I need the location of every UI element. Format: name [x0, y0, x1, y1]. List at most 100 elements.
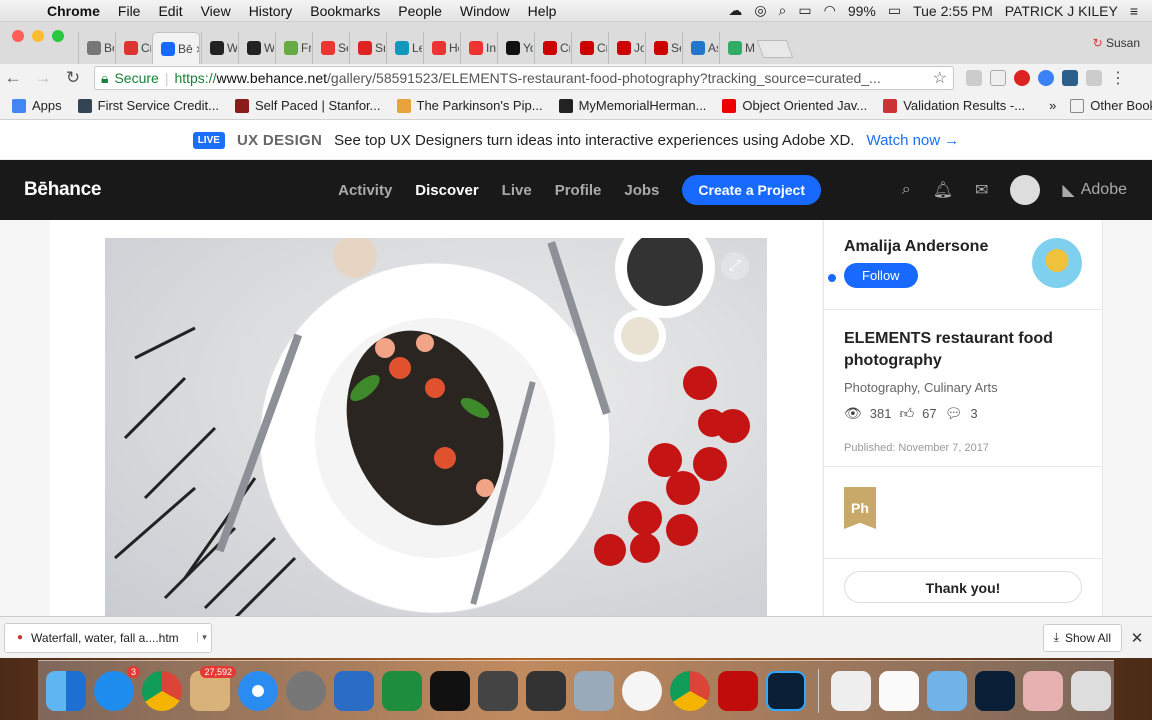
minimize-window-button[interactable] — [32, 30, 44, 42]
folder-dock-icon[interactable] — [927, 670, 967, 711]
check-extension-icon[interactable] — [1062, 70, 1078, 86]
owner-avatar[interactable] — [1032, 238, 1082, 288]
close-window-button[interactable] — [12, 30, 24, 42]
close-downloads-icon[interactable]: ✕ — [1122, 629, 1152, 647]
browser-tab[interactable]: Bo — [78, 32, 114, 64]
chrome-canary-icon[interactable] — [670, 670, 710, 711]
bookmark-item[interactable]: The Parkinson's Pip... — [396, 98, 543, 113]
chrome-menu-icon[interactable]: ⋮ — [1110, 68, 1126, 88]
menu-app-name[interactable]: Chrome — [38, 3, 109, 19]
new-tab-button[interactable] — [756, 40, 794, 58]
circle-extension-icon[interactable] — [990, 70, 1006, 86]
browser-tab[interactable]: Jol — [608, 32, 644, 64]
finder-icon[interactable] — [46, 670, 86, 711]
battery-icon[interactable]: ▭ — [888, 2, 901, 19]
bookmark-item[interactable]: First Service Credit... — [77, 98, 219, 113]
menu-view[interactable]: View — [192, 3, 240, 19]
project-fields[interactable]: Photography, Culinary Arts — [844, 380, 1082, 395]
watch-now-link[interactable]: Watch now → — [866, 132, 959, 149]
thank-you-button[interactable]: Thank you! — [844, 571, 1082, 603]
back-arrow-icon[interactable]: ← — [0, 68, 26, 88]
nav-profile[interactable]: Profile — [555, 182, 602, 199]
behance-logo[interactable]: Bēhance — [24, 179, 101, 201]
search-extension-icon[interactable] — [1038, 70, 1054, 86]
xml-file-icon[interactable] — [831, 670, 871, 711]
photoshop-icon[interactable] — [766, 670, 806, 711]
menu-edit[interactable]: Edit — [149, 3, 191, 19]
nav-live[interactable]: Live — [502, 182, 532, 199]
trash-icon[interactable] — [1071, 670, 1111, 711]
system-preferences-icon[interactable] — [286, 670, 326, 711]
download-item[interactable]: ● Waterfall, water, fall a....htm ▾ — [4, 622, 212, 653]
url-text[interactable]: https://www.behance.net/gallery/58591523… — [174, 70, 932, 86]
adobe-link[interactable]: ◣ Adobe — [1062, 180, 1127, 200]
bookmark-item[interactable]: MyMemorialHerman... — [558, 98, 706, 113]
user-name[interactable]: PATRICK J KILEY — [1005, 3, 1118, 19]
bookmark-item[interactable]: Self Paced | Stanfor... — [235, 98, 381, 113]
search-icon[interactable]: ⌕ — [902, 181, 911, 199]
block-extension-icon[interactable] — [1014, 70, 1030, 86]
safari-icon[interactable] — [238, 670, 278, 711]
bookmark-item[interactable]: Object Oriented Jav... — [722, 98, 867, 113]
close-tab-icon[interactable]: × — [196, 41, 199, 57]
browser-tab[interactable]: Cr — [115, 32, 151, 64]
mail-app-icon[interactable]: 27,592 — [190, 665, 236, 711]
itunes-icon[interactable] — [622, 670, 662, 711]
chrome-document-icon[interactable] — [879, 670, 919, 711]
menu-history[interactable]: History — [240, 3, 302, 19]
nav-activity[interactable]: Activity — [338, 182, 392, 199]
expand-icon[interactable]: ⤢ — [721, 252, 749, 280]
menu-people[interactable]: People — [389, 3, 451, 19]
word-icon[interactable] — [334, 670, 374, 711]
browser-tab[interactable]: Wa — [238, 32, 274, 64]
menu-bookmarks[interactable]: Bookmarks — [301, 3, 389, 19]
sublime-text-icon[interactable] — [478, 670, 518, 711]
browser-tab[interactable]: Sm — [349, 32, 385, 64]
forward-arrow-icon[interactable]: → — [30, 68, 56, 88]
bell-icon[interactable]: 🔔︎ — [933, 180, 953, 200]
magnifier-extension-icon[interactable] — [1086, 70, 1102, 86]
browser-tab[interactable]: As — [682, 32, 718, 64]
pdf-extension-icon[interactable] — [966, 70, 982, 86]
nav-discover[interactable]: Discover — [415, 182, 478, 199]
excel-icon[interactable] — [382, 670, 422, 711]
create-project-button[interactable]: Create a Project — [682, 175, 821, 205]
chrome-icon[interactable] — [142, 670, 182, 711]
other-bookmarks[interactable]: Other Bookmarks — [1070, 98, 1152, 113]
browser-tab[interactable]: My — [719, 32, 755, 64]
acrobat-icon[interactable] — [718, 670, 758, 711]
preview-icon[interactable] — [574, 670, 614, 711]
photoshop-badge-icon[interactable]: Ph — [844, 487, 876, 529]
more-bookmarks-chevron-icon[interactable]: » — [1049, 98, 1056, 113]
mail-icon[interactable]: ✉ — [975, 180, 988, 200]
browser-tab[interactable]: Se — [645, 32, 681, 64]
menu-window[interactable]: Window — [451, 3, 519, 19]
airplay-icon[interactable]: ▭ — [798, 2, 811, 19]
terminal-icon[interactable] — [430, 670, 470, 711]
creative-cloud-icon[interactable]: ☁ — [728, 2, 742, 19]
reload-icon[interactable]: ↻ — [60, 68, 86, 88]
browser-tab[interactable]: Se — [312, 32, 348, 64]
browser-tab[interactable]: Ho — [423, 32, 459, 64]
project-image[interactable]: ⤢ — [105, 238, 767, 616]
browser-tab[interactable]: Fre — [275, 32, 311, 64]
bookmark-star-icon[interactable]: ☆ — [933, 68, 947, 88]
menu-help[interactable]: Help — [519, 3, 566, 19]
show-all-button[interactable]: ⤓ Show All — [1042, 623, 1122, 652]
clock[interactable]: Tue 2:55 PM — [913, 3, 993, 19]
browser-tab[interactable]: Cr — [571, 32, 607, 64]
browser-tab[interactable]: In — [460, 32, 496, 64]
address-bar[interactable]: 🔒︎ Secure | https://www.behance.net/gall… — [94, 66, 954, 90]
spotlight-icon[interactable]: ⌕ — [779, 2, 787, 19]
battery-percent[interactable]: 99% — [848, 3, 876, 19]
user-avatar[interactable] — [1010, 175, 1041, 205]
download-options-chevron-icon[interactable]: ▾ — [197, 632, 211, 643]
browser-tab[interactable]: Cr — [534, 32, 570, 64]
browser-tab[interactable]: Wa — [201, 32, 237, 64]
profile-button[interactable]: ↻ Susan — [1093, 36, 1152, 50]
nav-jobs[interactable]: Jobs — [624, 182, 659, 199]
wifi-icon[interactable]: ◠ — [824, 2, 836, 19]
stack-icon[interactable] — [1023, 670, 1063, 711]
bookmark-item[interactable]: Validation Results -... — [883, 98, 1025, 113]
sync-icon[interactable]: ◎ — [754, 2, 766, 19]
